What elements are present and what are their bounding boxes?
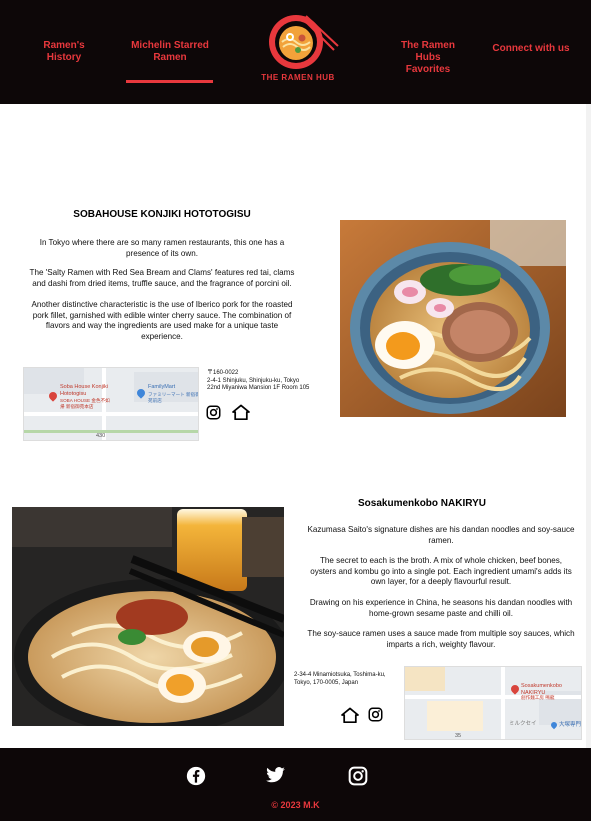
location-map[interactable]: Soba House Konjiki Hototogisu SOBA HOUSE…	[23, 367, 199, 441]
restaurant-address: 2-34-4 Minamiotsuka, Toshima-ku, Tokyo, …	[294, 672, 386, 686]
facebook-icon[interactable]	[186, 766, 206, 791]
map-road	[501, 667, 505, 739]
restaurant-description: Drawing on his experience in China, he s…	[309, 598, 573, 618]
ramen-hub-logo[interactable]: THE RAMEN HUB	[252, 10, 344, 84]
restaurant-address: 〒160-0022 2-4-1 Shinjuku, Shinjuku-ku, T…	[207, 370, 310, 392]
map-route-label: 430	[96, 433, 106, 439]
home-icon[interactable]	[341, 707, 359, 728]
location-map[interactable]: Sosakumenkobo NAKIRYU 創作麺工房 鳴龍 ミルクセイ 大塚専…	[404, 666, 582, 740]
nav-link-favorites[interactable]: The Ramen Hubs Favorites	[392, 40, 464, 76]
restaurant-description: The soy-sauce ramen uses a sauce made fr…	[307, 629, 575, 649]
ramen-photo	[12, 507, 284, 726]
map-poi-label: 大塚専門	[559, 722, 582, 728]
logo-text: THE RAMEN HUB	[261, 73, 335, 82]
page-edge	[586, 104, 591, 748]
instagram-icon[interactable]	[206, 405, 221, 425]
map-road	[24, 412, 198, 416]
ramen-bowl-logo-icon	[269, 15, 339, 69]
twitter-icon[interactable]	[265, 767, 286, 789]
nav-link-michelin[interactable]: Michelin Starred Ramen	[128, 40, 212, 64]
map-pin-label: Soba House Konjiki Hototogisu	[60, 384, 109, 397]
home-icon[interactable]	[232, 404, 250, 425]
map-park	[24, 430, 198, 433]
map-poi-label: ミルクセイ	[509, 721, 537, 727]
restaurant-description: Another distinctive characteristic is th…	[31, 300, 293, 341]
restaurant-description: Kazumasa Saito's signature dishes are hi…	[307, 525, 575, 545]
restaurant-description: The 'Salty Ramen with Red Sea Bream and …	[29, 268, 295, 288]
map-block	[405, 667, 445, 691]
map-poi-sublabel: ファミリーマート 新宿御苑前店	[148, 392, 199, 403]
map-block	[427, 701, 483, 731]
instagram-icon[interactable]	[368, 707, 383, 727]
map-pin-sublabel: 創作麺工房 鳴龍	[521, 695, 555, 700]
map-poi-label: FamilyMart	[148, 384, 176, 390]
restaurant-description: In Tokyo where there are so many ramen r…	[39, 238, 285, 258]
map-pin-sublabel: SOBA HOUSE 金色不如帰 新宿御苑本店	[60, 398, 110, 409]
site-header: Ramen's History Michelin Starred Ramen T…	[0, 0, 591, 104]
copyright-text: © 2023 M.K	[271, 800, 320, 810]
active-tab-underline	[126, 80, 213, 83]
restaurant-description: The secret to each is the broth. A mix o…	[310, 556, 572, 587]
nav-link-connect[interactable]: Connect with us	[490, 43, 572, 55]
ramen-photo	[340, 220, 566, 417]
map-pin-icon[interactable]	[509, 683, 521, 695]
instagram-icon[interactable]	[348, 766, 368, 791]
restaurant-title: Sosakumenkobo NAKIRYU	[358, 498, 486, 509]
restaurant-title: SOBAHOUSE KONJIKI HOTOTOGISU	[73, 209, 251, 220]
map-route-label: 35	[455, 733, 462, 739]
nav-link-history[interactable]: Ramen's History	[32, 40, 96, 64]
site-footer: © 2023 M.K	[0, 748, 591, 821]
